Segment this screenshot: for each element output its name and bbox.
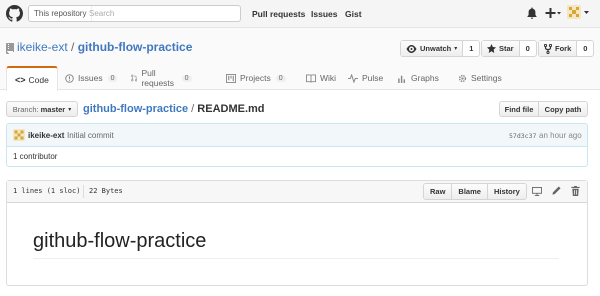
file-lines: 1 lines (1 sloc) <box>13 187 81 195</box>
file-actions: Raw Blame History <box>423 183 527 200</box>
project-icon <box>226 73 236 83</box>
watch-button[interactable]: Unwatch ▾ <box>401 41 464 56</box>
repo-title-separator: / <box>71 40 75 54</box>
book-icon <box>306 73 316 83</box>
breadcrumb: github-flow-practice / README.md <box>83 103 265 115</box>
eye-icon <box>406 44 417 53</box>
star-icon <box>487 44 496 53</box>
tab-label: Projects <box>240 73 271 83</box>
repo-name-link[interactable]: github-flow-practice <box>78 40 193 54</box>
fork-count[interactable]: 0 <box>577 41 593 56</box>
tab-settings[interactable]: Settings <box>458 66 502 90</box>
breadcrumb-repo-link[interactable]: github-flow-practice <box>83 103 188 115</box>
tab-graphs[interactable]: Graphs <box>398 66 439 90</box>
nav-issues[interactable]: Issues <box>311 9 337 19</box>
repo-header: ikeike-ext / github-flow-practice Unwatc… <box>0 28 600 91</box>
branch-name: master <box>40 104 66 114</box>
commit-time: an hour ago <box>539 131 582 140</box>
file-info-divider <box>83 185 84 198</box>
readme-heading: github-flow-practice <box>33 230 207 252</box>
watch-count[interactable]: 1 <box>463 41 479 56</box>
commit-tease: ikeike-ext Initial commit 57d3c37 an hou… <box>6 123 588 147</box>
contributors-bar: 1 contributor <box>6 147 588 167</box>
tab-code[interactable]: <> Code <box>6 66 58 91</box>
gear-icon <box>458 74 467 82</box>
blame-button[interactable]: Blame <box>452 184 488 199</box>
contributors-count[interactable]: 1 contributor <box>13 152 57 161</box>
nav-gist[interactable]: Gist <box>345 9 362 19</box>
pulse-icon <box>348 73 358 83</box>
tab-label: Pull requests <box>141 68 175 88</box>
commit-author[interactable]: ikeike-ext <box>28 131 64 140</box>
nav-pull-requests[interactable]: Pull requests <box>252 9 305 19</box>
code-icon: <> <box>15 74 26 85</box>
caret-down-icon: ▾ <box>68 106 72 113</box>
avatar[interactable] <box>567 5 591 20</box>
github-logo-icon[interactable] <box>6 5 23 22</box>
commit-message[interactable]: Initial commit <box>67 131 114 140</box>
site-header: This repository Pull requests Issues Gis… <box>0 0 600 28</box>
repo-icon <box>6 43 14 54</box>
tab-label: Issues <box>78 73 103 83</box>
tab-count: 0 <box>107 74 118 82</box>
issue-icon <box>65 73 74 83</box>
search-scope: This repository <box>28 5 241 22</box>
pull-request-icon <box>131 74 138 82</box>
copy-path-button[interactable]: Copy path <box>539 101 588 117</box>
tab-pull-requests[interactable]: Pull requests 0 <box>131 66 192 90</box>
tab-label: Code <box>28 74 49 85</box>
tab-pulse[interactable]: Pulse <box>348 66 383 90</box>
watch-action: Unwatch ▾ 1 <box>400 40 481 57</box>
bell-icon[interactable] <box>527 7 537 19</box>
heading-rule <box>33 258 559 259</box>
search-input[interactable] <box>89 7 239 20</box>
tab-issues[interactable]: Issues 0 <box>65 66 118 90</box>
fork-action: Fork 0 <box>538 40 595 57</box>
pencil-icon[interactable] <box>552 186 561 196</box>
star-action: Star 0 <box>481 40 537 57</box>
tab-label: Pulse <box>362 73 384 83</box>
fork-label: Fork <box>555 44 572 53</box>
fork-icon <box>544 43 552 54</box>
scope-label: This repository <box>29 6 93 21</box>
tab-label: Graphs <box>411 73 439 83</box>
commit-sha[interactable]: 57d3c37 <box>509 132 536 140</box>
file-box: 1 lines (1 sloc) 22 Bytes Raw Blame Hist… <box>6 180 588 286</box>
file-header: 1 lines (1 sloc) 22 Bytes Raw Blame Hist… <box>7 181 587 203</box>
author-avatar[interactable] <box>13 129 25 141</box>
tab-count: 0 <box>275 74 286 82</box>
star-count[interactable]: 0 <box>520 41 536 56</box>
tab-count: 0 <box>181 74 192 82</box>
history-button[interactable]: History <box>487 184 526 199</box>
tab-label: Wiki <box>320 73 337 83</box>
watch-label: Unwatch <box>420 44 452 53</box>
graph-icon <box>398 75 406 83</box>
trash-icon[interactable] <box>571 186 580 196</box>
caret-down-icon: ▾ <box>454 46 458 52</box>
breadcrumb-file-name: README.md <box>197 103 265 115</box>
star-label: Star <box>499 44 514 53</box>
tab-wiki[interactable]: Wiki <box>306 66 336 90</box>
tab-projects[interactable]: Projects 0 <box>226 66 286 90</box>
repo-owner-link[interactable]: ikeike-ext <box>17 40 68 54</box>
tab-label: Settings <box>471 73 502 83</box>
desktop-icon[interactable] <box>532 187 542 196</box>
breadcrumb-separator: / <box>191 103 195 115</box>
find-file-button[interactable]: Find file <box>499 101 539 117</box>
raw-button[interactable]: Raw <box>424 184 453 199</box>
file-size: 22 Bytes <box>89 187 123 195</box>
plus-icon[interactable] <box>545 7 561 19</box>
repo-title: ikeike-ext / github-flow-practice <box>17 40 192 54</box>
branch-select[interactable]: Branch: master ▾ <box>6 101 78 117</box>
branch-prefix: Branch: <box>12 104 39 114</box>
fork-button[interactable]: Fork <box>539 41 578 56</box>
star-button[interactable]: Star <box>482 41 520 56</box>
